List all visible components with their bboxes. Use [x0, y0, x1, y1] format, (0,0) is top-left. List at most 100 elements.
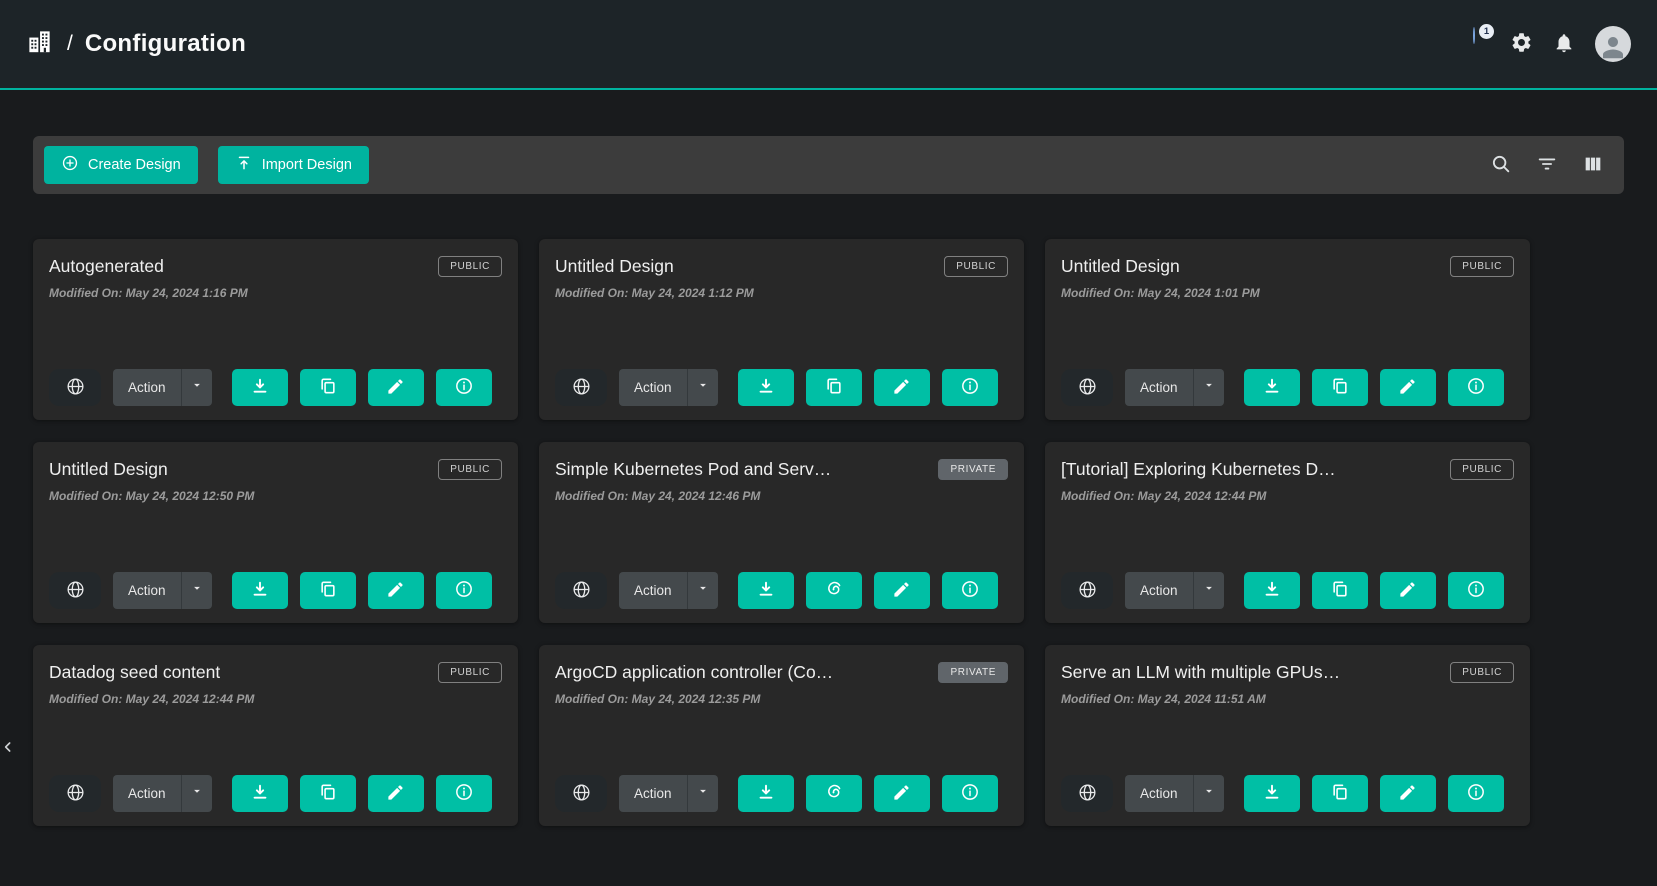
action-button-label[interactable]: Action — [619, 775, 687, 812]
provider-button[interactable]: 1 — [1458, 28, 1490, 60]
download-button[interactable] — [232, 775, 288, 812]
visibility-badge[interactable]: PUBLIC — [438, 256, 502, 277]
header-actions: 1 — [1458, 26, 1631, 62]
provider-icon: 1 — [1458, 28, 1490, 60]
clone-design-button[interactable] — [806, 369, 862, 406]
edit-button[interactable] — [874, 775, 930, 812]
visibility-globe-button[interactable] — [555, 572, 607, 609]
visibility-globe-button[interactable] — [49, 369, 101, 406]
action-dropdown-toggle[interactable] — [181, 369, 212, 406]
visibility-globe-button[interactable] — [1061, 572, 1113, 609]
info-icon — [1466, 376, 1486, 399]
sidebar-collapse-handle[interactable] — [0, 733, 22, 765]
info-button[interactable] — [436, 775, 492, 812]
action-button-label[interactable]: Action — [619, 369, 687, 406]
download-button[interactable] — [738, 775, 794, 812]
user-menu-button[interactable] — [1595, 26, 1631, 62]
info-button[interactable] — [942, 369, 998, 406]
notifications-button[interactable] — [1553, 32, 1575, 57]
download-button[interactable] — [1244, 369, 1300, 406]
edit-button[interactable] — [368, 369, 424, 406]
visibility-globe-button[interactable] — [555, 369, 607, 406]
visibility-globe-button[interactable] — [1061, 775, 1113, 812]
action-split-button[interactable]: Action — [1125, 775, 1224, 812]
clone-design-button[interactable] — [1312, 572, 1368, 609]
action-dropdown-toggle[interactable] — [1193, 572, 1224, 609]
info-icon — [454, 376, 474, 399]
action-dropdown-toggle[interactable] — [181, 775, 212, 812]
clone-design-button[interactable] — [300, 369, 356, 406]
visibility-globe-button[interactable] — [555, 775, 607, 812]
info-button[interactable] — [1448, 572, 1504, 609]
action-split-button[interactable]: Action — [113, 572, 212, 609]
visibility-badge[interactable]: PRIVATE — [938, 459, 1008, 480]
visibility-globe-button[interactable] — [49, 572, 101, 609]
visibility-badge[interactable]: PUBLIC — [1450, 256, 1514, 277]
gear-icon — [1510, 31, 1533, 57]
action-button-label[interactable]: Action — [1125, 572, 1193, 609]
clone-design-button[interactable] — [300, 572, 356, 609]
action-split-button[interactable]: Action — [619, 572, 718, 609]
visibility-badge[interactable]: PUBLIC — [944, 256, 1008, 277]
view-columns-button[interactable] — [1582, 153, 1604, 178]
edit-button[interactable] — [1380, 369, 1436, 406]
clone-design-button[interactable] — [806, 775, 862, 812]
action-dropdown-toggle[interactable] — [687, 775, 718, 812]
info-button[interactable] — [1448, 369, 1504, 406]
search-button[interactable] — [1490, 153, 1512, 178]
action-split-button[interactable]: Action — [1125, 572, 1224, 609]
action-dropdown-toggle[interactable] — [687, 369, 718, 406]
info-button[interactable] — [942, 775, 998, 812]
filter-button[interactable] — [1536, 153, 1558, 178]
action-split-button[interactable]: Action — [619, 369, 718, 406]
app-logo[interactable] — [26, 28, 53, 60]
edit-button[interactable] — [368, 775, 424, 812]
visibility-badge[interactable]: PUBLIC — [1450, 459, 1514, 480]
action-dropdown-toggle[interactable] — [1193, 775, 1224, 812]
download-button[interactable] — [232, 572, 288, 609]
action-dropdown-toggle[interactable] — [1193, 369, 1224, 406]
design-title: Datadog seed content — [49, 662, 220, 683]
download-button[interactable] — [232, 369, 288, 406]
visibility-badge[interactable]: PUBLIC — [438, 459, 502, 480]
action-button-label[interactable]: Action — [113, 369, 181, 406]
visibility-globe-button[interactable] — [49, 775, 101, 812]
action-split-button[interactable]: Action — [113, 369, 212, 406]
import-design-button[interactable]: Import Design — [218, 146, 369, 184]
action-split-button[interactable]: Action — [1125, 369, 1224, 406]
design-card: Untitled Design PUBLIC Modified On: May … — [1045, 239, 1530, 420]
action-button-label[interactable]: Action — [1125, 775, 1193, 812]
info-button[interactable] — [942, 572, 998, 609]
edit-button[interactable] — [1380, 572, 1436, 609]
action-button-label[interactable]: Action — [1125, 369, 1193, 406]
action-split-button[interactable]: Action — [619, 775, 718, 812]
edit-button[interactable] — [368, 572, 424, 609]
clone-design-button[interactable] — [806, 572, 862, 609]
action-dropdown-toggle[interactable] — [687, 572, 718, 609]
designs-toolbar: Create Design Import Design — [33, 136, 1624, 194]
info-button[interactable] — [436, 572, 492, 609]
action-button-label[interactable]: Action — [113, 572, 181, 609]
download-button[interactable] — [1244, 572, 1300, 609]
settings-button[interactable] — [1510, 31, 1533, 57]
edit-button[interactable] — [874, 572, 930, 609]
visibility-badge[interactable]: PUBLIC — [1450, 662, 1514, 683]
edit-button[interactable] — [874, 369, 930, 406]
clone-design-button[interactable] — [1312, 775, 1368, 812]
action-button-label[interactable]: Action — [619, 572, 687, 609]
clone-design-button[interactable] — [1312, 369, 1368, 406]
clone-design-button[interactable] — [300, 775, 356, 812]
create-design-button[interactable]: Create Design — [44, 146, 198, 184]
action-dropdown-toggle[interactable] — [181, 572, 212, 609]
edit-button[interactable] — [1380, 775, 1436, 812]
action-button-label[interactable]: Action — [113, 775, 181, 812]
download-button[interactable] — [738, 369, 794, 406]
visibility-badge[interactable]: PUBLIC — [438, 662, 502, 683]
visibility-badge[interactable]: PRIVATE — [938, 662, 1008, 683]
download-button[interactable] — [1244, 775, 1300, 812]
download-button[interactable] — [738, 572, 794, 609]
info-button[interactable] — [1448, 775, 1504, 812]
visibility-globe-button[interactable] — [1061, 369, 1113, 406]
info-button[interactable] — [436, 369, 492, 406]
action-split-button[interactable]: Action — [113, 775, 212, 812]
